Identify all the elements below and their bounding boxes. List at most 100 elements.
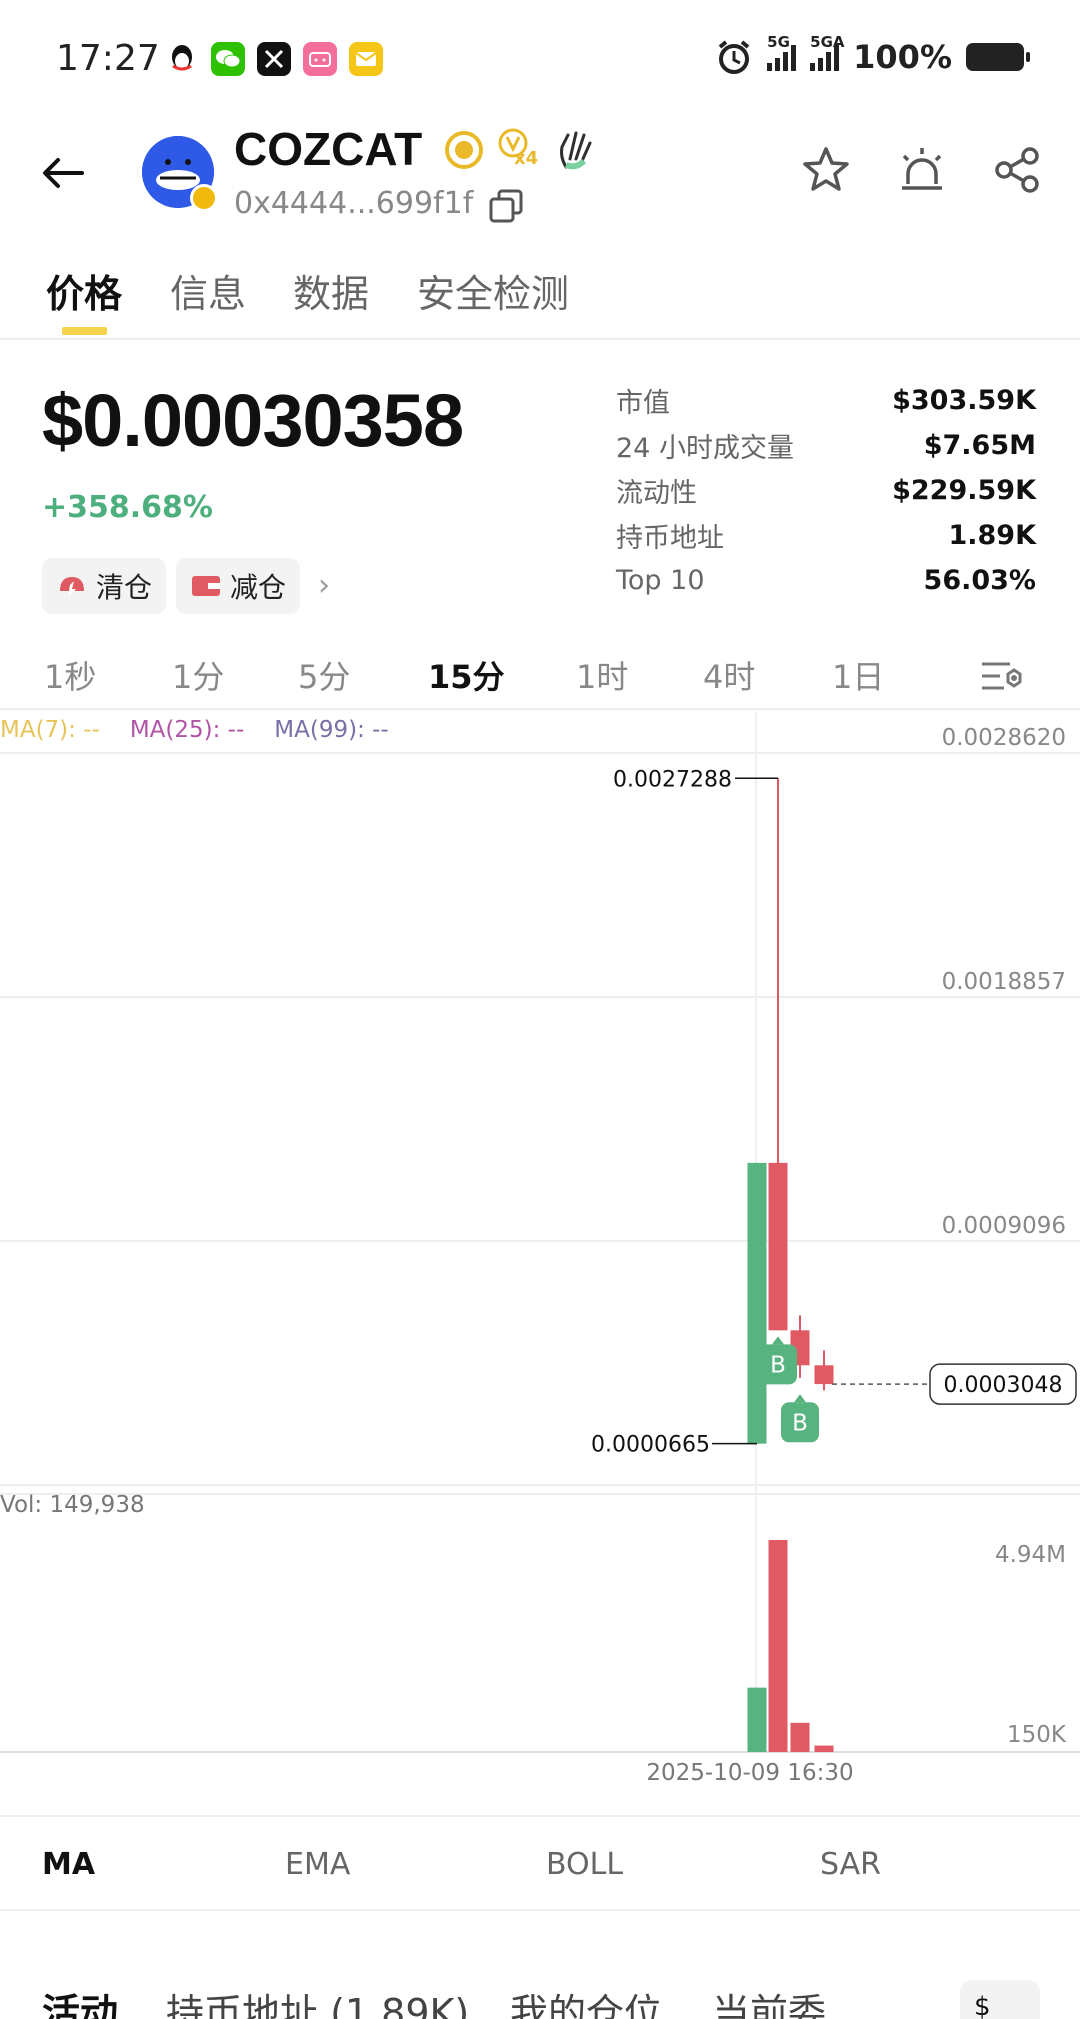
battery-percent: 100% <box>853 38 952 76</box>
volume-bar <box>768 1540 788 1752</box>
reduce-position-button[interactable]: 减仓 <box>176 558 301 614</box>
indicator-tabs: MA EMA BOLL SAR <box>0 1815 1080 1911</box>
volume-label: Vol: 149,938 <box>0 1492 145 1518</box>
clear-label: 清仓 <box>96 571 153 604</box>
wallet-icon <box>192 576 220 596</box>
stat-row: Top 10 56.03% <box>616 558 1036 603</box>
ma99-label: MA(99): -- <box>274 717 389 743</box>
clear-icon <box>60 577 84 597</box>
wechat-icon <box>211 42 245 76</box>
interval-1h[interactable]: 1时 <box>576 652 628 698</box>
tab-current-orders[interactable]: 当前委 <box>712 1982 826 2019</box>
star-icon[interactable] <box>800 144 852 196</box>
chart-settings-icon[interactable] <box>980 656 1024 696</box>
stat-label: 24 小时成交量 <box>616 433 794 464</box>
volume-tick-label: 4.94M <box>995 1542 1066 1568</box>
indicator-sar[interactable]: SAR <box>820 1847 881 1882</box>
status-bar: 17:27 5G 5GA 100% <box>0 0 1080 120</box>
signal-5g-icon: 5G <box>767 33 797 71</box>
x-axis-label: 2025-10-09 16:30 <box>646 1760 853 1786</box>
interval-15m[interactable]: 15分 <box>428 652 505 698</box>
high-price-label: 0.0027288 <box>613 767 732 792</box>
hand-wave-icon[interactable] <box>556 129 594 171</box>
token-name: COZCAT <box>234 123 423 175</box>
ma-legend: MA(7): -- MA(25): -- MA(99): -- <box>0 717 389 743</box>
v-badge-icon[interactable]: x4 <box>498 128 542 172</box>
tab-holders[interactable]: 持币地址 (1.89K) <box>166 1982 469 2019</box>
battery-icon <box>966 43 1030 71</box>
volume-bar <box>747 1687 767 1752</box>
interval-5m[interactable]: 5分 <box>298 652 350 698</box>
stats-panel: 市值 $303.59K 24 小时成交量 $7.65M 流动性 $229.59K 持币… <box>616 378 1036 603</box>
y-tick-label: 0.0009096 <box>942 1213 1066 1239</box>
volume-bar <box>790 1722 810 1752</box>
candle-body <box>747 1162 767 1444</box>
low-price-label: 0.0000665 <box>591 1433 710 1458</box>
interval-1m[interactable]: 1分 <box>172 652 224 698</box>
indicator-ma[interactable]: MA <box>42 1847 95 1882</box>
status-time: 17:27 <box>56 38 160 79</box>
tab-my-position[interactable]: 我的仓位 <box>510 1982 662 2019</box>
stat-row: 流动性 $229.59K <box>616 468 1036 513</box>
stat-label: 流动性 <box>616 478 697 509</box>
tab-info[interactable]: 信息 <box>170 263 246 318</box>
clear-position-button[interactable]: 清仓 <box>42 558 167 614</box>
volume-tick-label: 150K <box>1007 1722 1067 1748</box>
stat-row: 24 小时成交量 $7.65M <box>616 423 1036 468</box>
bilibili-icon <box>303 42 337 76</box>
interval-1d[interactable]: 1日 <box>832 652 884 698</box>
share-icon[interactable] <box>992 144 1044 196</box>
network-2-label: 5GA <box>810 33 845 51</box>
tab-data[interactable]: 数据 <box>293 263 369 318</box>
currency-toggle[interactable]: $ <box>960 1980 1040 2019</box>
badge-multiplier: x4 <box>514 148 539 169</box>
reduce-label: 减仓 <box>230 571 287 604</box>
candle-body <box>768 1162 788 1331</box>
stat-row: 持币地址 1.89K <box>616 513 1036 558</box>
candlestick-chart[interactable]: 0.0028620 0.0018857 0.0009096 0.0027288 0.00… <box>0 712 1080 1792</box>
indicator-ema[interactable]: EMA <box>285 1847 350 1882</box>
stat-value: $303.59K <box>892 385 1036 416</box>
ma25-label: MA(25): -- <box>129 717 245 743</box>
notification-icons <box>165 42 383 76</box>
interval-tabs: 1秒 1分 5分 15分 1时 4时 1日 <box>0 638 1080 710</box>
buy-marker-pointer <box>772 1336 784 1345</box>
interval-1s[interactable]: 1秒 <box>44 652 96 698</box>
qq-icon <box>165 42 199 76</box>
mail-icon <box>349 42 383 76</box>
verified-badge-icon[interactable] <box>444 130 484 170</box>
stat-label: 市值 <box>616 388 670 419</box>
tab-price[interactable]: 价格 <box>46 263 122 318</box>
signal-5ga-icon: 5GA <box>810 33 845 71</box>
y-tick-label: 0.0018857 <box>942 969 1066 995</box>
price-chart[interactable]: 0.0028620 0.0018857 0.0009096 0.0027288 0.00… <box>0 712 1080 1792</box>
network-1-label: 5G <box>767 33 790 51</box>
back-icon[interactable] <box>38 148 88 198</box>
candle-body <box>814 1365 834 1385</box>
copy-icon[interactable] <box>488 188 524 224</box>
tab-security[interactable]: 安全检测 <box>417 263 569 318</box>
tab-activity[interactable]: 活动 <box>42 1982 118 2019</box>
main-tabs: 价格 信息 数据 安全检测 <box>0 255 1080 340</box>
current-price-label: 0.0003048 <box>944 1373 1063 1398</box>
ma7-label: MA(7): -- <box>0 717 100 743</box>
stat-value: $7.65M <box>923 430 1036 461</box>
token-address: 0x4444...699f1f <box>234 186 474 221</box>
alert-icon[interactable] <box>896 144 948 196</box>
bottom-tabs: 活动 持币地址 (1.89K) 我的仓位 当前委 $ <box>0 1960 1080 2019</box>
stat-value: 1.89K <box>948 520 1036 551</box>
stat-value: $229.59K <box>892 475 1036 506</box>
token-header: COZCAT x4 0x4444...699f1f <box>0 120 1080 230</box>
indicator-boll[interactable]: BOLL <box>546 1847 623 1882</box>
active-tab-indicator <box>62 327 107 335</box>
header-actions <box>800 144 1044 196</box>
x-icon <box>257 42 291 76</box>
chevron-right-icon[interactable]: › <box>318 568 330 603</box>
token-badges: x4 <box>444 128 594 172</box>
price-change: +358.68% <box>42 490 213 525</box>
alarm-icon <box>718 40 750 74</box>
buy-marker-label: B <box>770 1352 786 1378</box>
stat-label: 持币地址 <box>616 523 724 554</box>
buy-marker-pointer <box>794 1394 806 1403</box>
interval-4h[interactable]: 4时 <box>703 652 755 698</box>
